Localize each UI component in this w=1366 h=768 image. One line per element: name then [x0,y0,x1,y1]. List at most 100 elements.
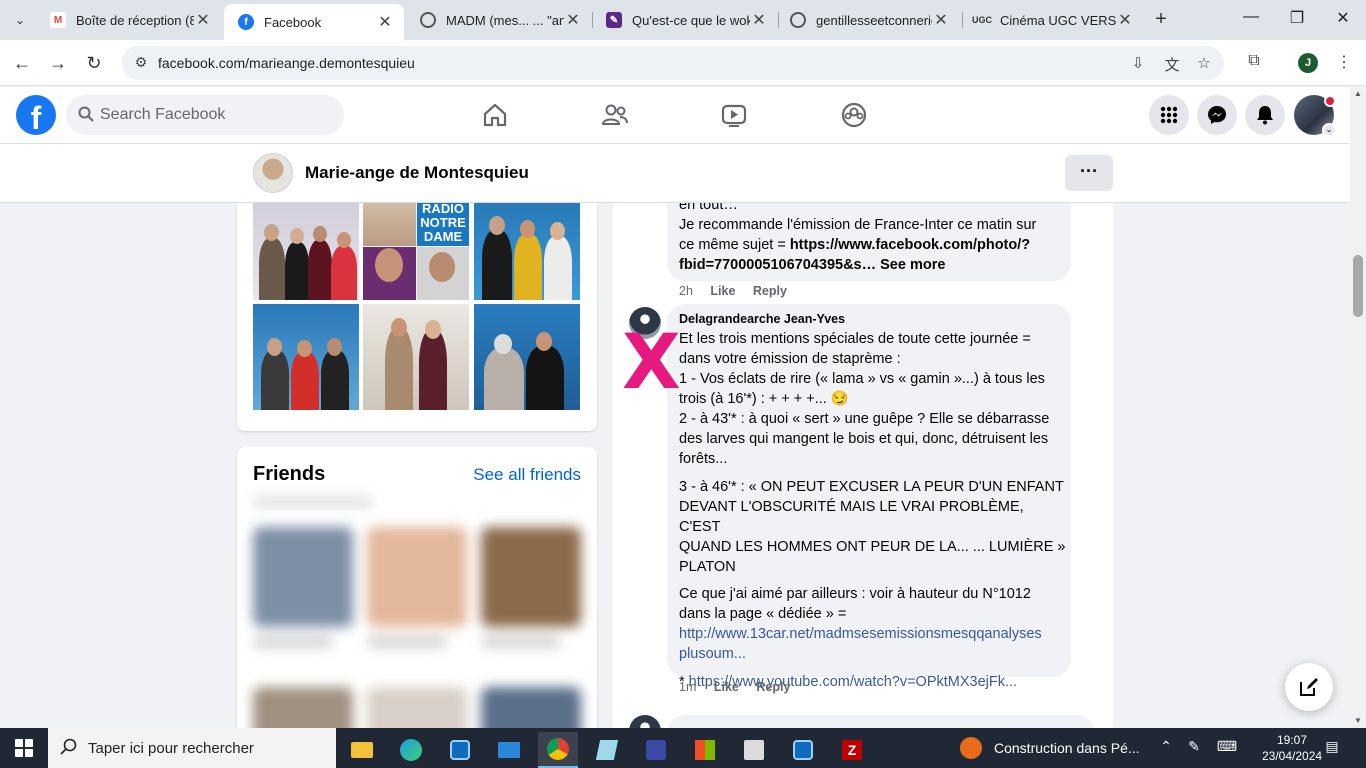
comment-author[interactable]: Delagrandearche Jean-Yves [679,312,845,326]
like-button[interactable]: Like [710,284,735,298]
browser-profile-avatar[interactable]: J [1298,53,1318,73]
comment-link[interactable]: https://www.facebook.com/photo/? [790,237,1030,253]
photo-thumbnail[interactable] [363,304,469,410]
pen-icon[interactable]: ✎ [1184,738,1204,755]
photo-thumbnail[interactable] [474,304,580,410]
search-input[interactable] [100,105,330,125]
windows-start-icon[interactable] [0,728,48,768]
wok-icon: ✎ [606,12,622,28]
search-icon [78,106,94,122]
tab-gentillesse[interactable]: gentillesseetconnerie ✕ [776,4,960,36]
comment-time[interactable]: 1m [679,680,696,694]
tab-ugc[interactable]: UGC Cinéma UGC VERSAI ✕ [960,4,1144,36]
notification-center-icon[interactable]: ▤ [1322,738,1342,758]
taskbar-search[interactable]: Taper ici pour rechercher [48,728,336,768]
extensions-icon[interactable]: ⧉ [1243,52,1265,74]
scrollbar-thumb[interactable] [1353,255,1363,317]
chrome-icon[interactable] [538,732,578,768]
tab-title: MADM (mes... ... "an [446,12,564,28]
app-icon[interactable] [440,732,480,768]
url-text[interactable]: facebook.com/marieange.demontesquieu [158,55,415,71]
reply-button[interactable]: Reply [753,284,787,298]
account-avatar[interactable]: ⌄ [1294,95,1336,137]
facebook-icon: f [238,14,254,30]
reply-button[interactable]: Reply [756,680,790,694]
tab-search-chevron-icon[interactable]: ⌄ [8,8,32,32]
bookmark-star-icon[interactable]: ☆ [1194,54,1214,74]
close-window-icon[interactable]: ✕ [1320,8,1366,28]
see-more-link[interactable]: See more [880,257,945,273]
menu-grid-icon[interactable] [1149,95,1189,135]
store-icon[interactable] [685,732,725,768]
close-tab-icon[interactable]: ✕ [376,12,394,32]
app-icon[interactable] [783,732,823,768]
browser-menu-icon[interactable]: ⋮ [1333,52,1355,74]
minimize-icon[interactable]: — [1228,8,1274,26]
photo-thumbnail[interactable] [253,304,359,410]
profile-name[interactable]: Marie-ange de Montesquieu [305,163,529,183]
tab-wok[interactable]: ✎ Qu'est-ce que le wok ✕ [592,4,778,36]
keyboard-icon[interactable]: ⌨ [1214,738,1240,755]
reload-icon[interactable]: ↻ [83,52,105,74]
close-tab-icon[interactable]: ✕ [1116,10,1134,30]
like-button[interactable]: Like [714,680,739,694]
photos-card: RADIO NOTRE DAME [237,203,597,431]
comment-link[interactable]: plusoum... [679,644,1069,664]
close-tab-icon[interactable]: ✕ [750,10,768,30]
restore-icon[interactable]: ❐ [1274,8,1320,28]
friends-icon[interactable] [601,101,629,129]
scroll-down-arrow-icon[interactable]: ▼ [1350,714,1366,728]
site-settings-icon[interactable]: ⚙ [132,54,150,72]
blurred-friends-grid [237,487,597,737]
clock-date: 23/04/2024 [1262,749,1323,763]
notepad-icon[interactable] [587,732,627,768]
tab-gmail[interactable]: M Boîte de réception (8 ✕ [36,4,222,36]
edge-icon[interactable] [391,732,431,768]
profile-avatar[interactable] [253,153,293,193]
close-tab-icon[interactable]: ✕ [564,10,582,30]
see-all-friends-link[interactable]: See all friends [473,465,581,485]
facebook-search[interactable] [66,95,344,135]
taskbar-clock[interactable]: 19:07 23/04/2024 [1262,732,1322,764]
app-icon[interactable] [636,732,676,768]
filezilla-icon[interactable]: Z [832,732,872,768]
photo-thumbnail[interactable]: RADIO NOTRE DAME [363,203,469,300]
close-tab-icon[interactable]: ✕ [932,10,950,30]
messenger-icon[interactable] [1197,95,1237,135]
page-scrollbar[interactable]: ▲ ▼ [1350,87,1366,728]
tab-title: Qu'est-ce que le wok [632,12,750,28]
forward-arrow-icon[interactable]: → [47,52,69,74]
install-app-icon[interactable]: ⇩ [1128,54,1148,74]
taskbar-news-widget[interactable]: Construction dans Pé... [960,728,1140,768]
photo-thumbnail[interactable] [474,203,580,300]
more-options-button[interactable]: ··· [1065,155,1113,191]
notifications-bell-icon[interactable] [1245,95,1285,135]
comment-text-line: dans la page « dédiée » = [679,606,847,622]
comment-meta: 2h Like Reply [679,284,801,298]
mail-icon[interactable] [489,732,529,768]
comment-text-line: Je recommande l'émission de France-Inter… [679,217,1037,233]
photo-thumbnail[interactable] [253,203,359,300]
chevron-up-icon[interactable]: ⌃ [1156,738,1176,755]
home-icon[interactable] [481,101,509,129]
address-bar[interactable]: ⚙ facebook.com/marieange.demontesquieu ⇩… [122,46,1224,80]
app-icon[interactable] [734,732,774,768]
translate-icon[interactable]: 文 [1162,54,1182,74]
search-icon [60,738,80,758]
comment-meta: 1m Like Reply [679,680,804,694]
comment-link[interactable]: http://www.13car.net/madmsesemissionsmes… [679,624,1069,644]
tab-facebook[interactable]: f Facebook ✕ [224,4,404,40]
scroll-up-arrow-icon[interactable]: ▲ [1350,87,1366,101]
new-tab-icon[interactable]: + [1150,9,1172,31]
watch-video-icon[interactable] [720,101,748,129]
file-explorer-icon[interactable] [342,732,382,768]
tab-madm[interactable]: MADM (mes... ... "an ✕ [406,4,592,36]
comment-link[interactable]: fbid=7700005106704395&s… [679,257,876,273]
comment-time[interactable]: 2h [679,284,693,298]
new-message-button[interactable] [1285,663,1333,711]
tab-title: Facebook [264,14,322,30]
back-arrow-icon[interactable]: ← [11,52,33,74]
close-tab-icon[interactable]: ✕ [194,10,212,30]
groups-icon[interactable] [840,101,868,129]
facebook-logo-icon[interactable]: f [16,95,56,136]
